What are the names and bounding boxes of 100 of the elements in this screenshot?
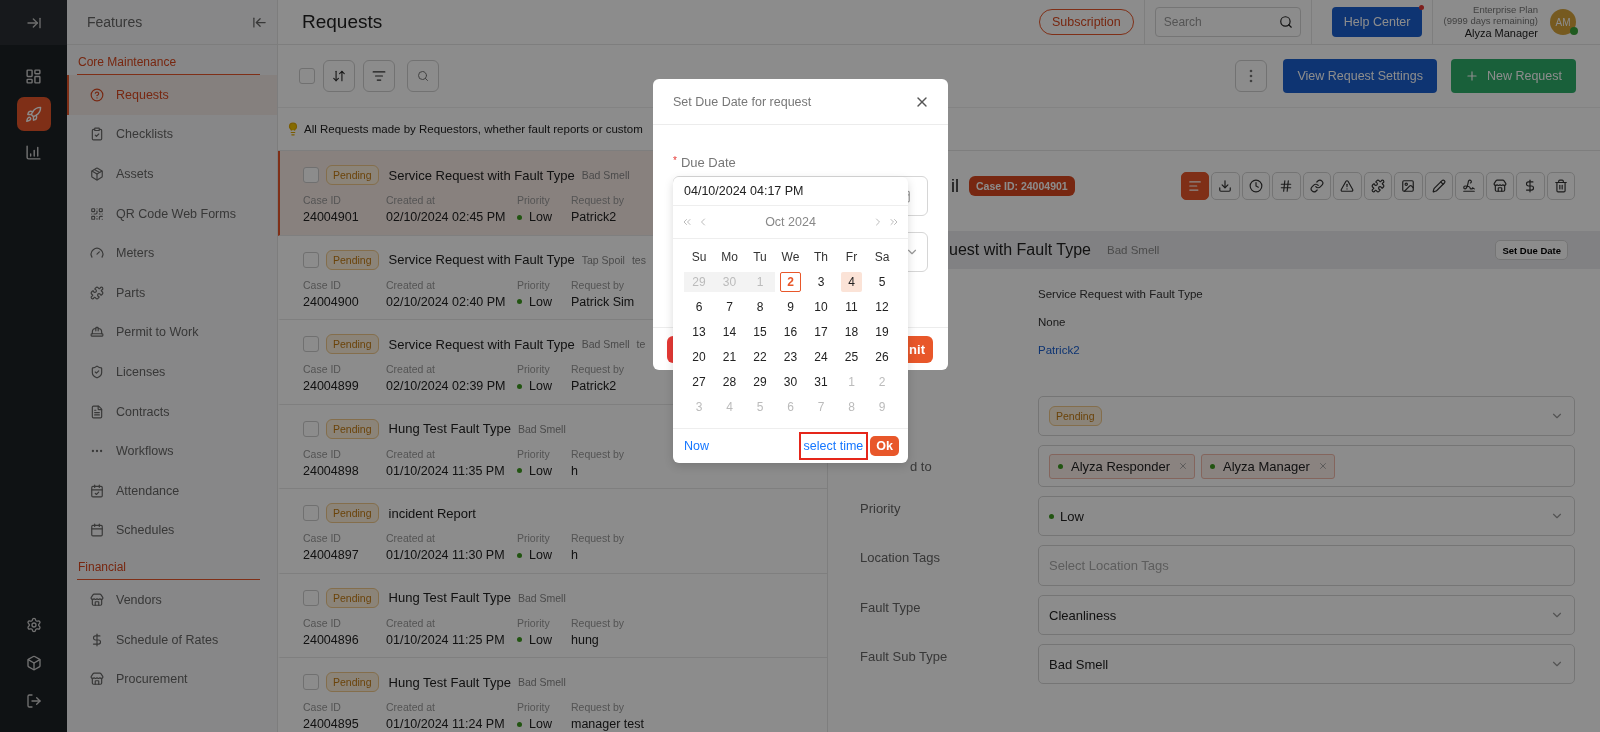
sidebar-item[interactable]: Assets xyxy=(67,154,277,194)
calendar-day[interactable]: 18 xyxy=(841,322,862,342)
calendar-day[interactable]: 14 xyxy=(719,322,740,342)
sidebar-item[interactable]: Procurement xyxy=(67,659,277,699)
select-field[interactable]: Bad Smell xyxy=(1038,644,1575,684)
sidebar-item[interactable]: Contracts xyxy=(67,391,277,432)
sidebar-item[interactable]: Schedule of Rates xyxy=(67,619,277,660)
request-title: Hung Test Fault Type xyxy=(388,421,511,436)
sidebar-item[interactable]: QR Code Web Forms xyxy=(67,193,277,234)
priority-value: Low xyxy=(517,632,552,647)
calendar-day[interactable]: 9 xyxy=(780,297,801,317)
page-title: Requests xyxy=(302,11,384,33)
field-value: 01/10/2024 11:30 PM xyxy=(386,548,505,562)
select-value: Cleanliness xyxy=(1049,607,1117,623)
calendar-day[interactable]: 29 xyxy=(749,372,771,392)
now-link[interactable]: Now xyxy=(684,439,709,453)
field-value: Patrick Sim xyxy=(571,294,635,309)
due-date-label: * Due Date xyxy=(673,155,737,170)
calendar-day[interactable]: 15 xyxy=(749,322,771,342)
calendar-day[interactable]: 7 xyxy=(719,297,740,317)
field-value: 01/10/2024 11:35 PM xyxy=(386,463,505,478)
status-badge: Pending xyxy=(326,334,379,354)
calendar-day[interactable]: 23 xyxy=(780,347,801,367)
set-due-date-button[interactable]: Set Due Date xyxy=(1495,240,1568,260)
sidebar-item[interactable]: Checklists xyxy=(67,114,277,155)
plan-name: Enterprise Plan xyxy=(1473,4,1538,16)
calendar-day[interactable]: 4 xyxy=(841,272,862,292)
field-label: Priority xyxy=(517,278,550,291)
requester-link[interactable]: Patrick2 xyxy=(1038,344,1080,360)
calendar-day[interactable]: 19 xyxy=(871,322,893,342)
help-center-button[interactable]: Help Center xyxy=(1331,7,1423,37)
field-value: h xyxy=(571,463,578,478)
calendar-day[interactable]: 5 xyxy=(871,272,893,292)
calendar-day[interactable]: 28 xyxy=(719,372,740,392)
field-value: 02/10/2024 02:45 PM xyxy=(386,210,506,224)
calendar-day[interactable]: 2 xyxy=(780,272,801,292)
calendar-day[interactable]: 6 xyxy=(688,297,710,317)
field-label: Fault Sub Type xyxy=(860,649,948,664)
calendar-day[interactable]: 11 xyxy=(841,297,862,317)
calendar-day[interactable]: 12 xyxy=(871,297,893,317)
request-settings-button[interactable]: View Request Settings xyxy=(1283,59,1437,93)
request-title: Hung Test Fault Type xyxy=(388,590,511,605)
section-title: Financial xyxy=(77,550,260,581)
subscription-button[interactable]: Subscription xyxy=(1038,9,1134,35)
case-id-badge: Case ID: 24004901 xyxy=(969,176,1075,196)
search-field[interactable]: Search xyxy=(1154,7,1301,37)
user-name: Alyza Manager xyxy=(1464,26,1538,40)
field-value: 24004897 xyxy=(303,548,359,562)
field-label: Fault Type xyxy=(860,600,921,615)
weekday-label: Mo xyxy=(720,249,739,266)
select-field[interactable]: Cleanliness xyxy=(1038,595,1575,635)
priority-select[interactable]: Low xyxy=(1038,496,1575,536)
priority-value: Low xyxy=(1060,508,1084,524)
calendar-day[interactable]: 30 xyxy=(780,372,801,392)
field-label: Priority xyxy=(517,532,550,544)
sidebar-item[interactable]: Schedules xyxy=(67,510,277,551)
calendar-day[interactable]: 22 xyxy=(749,347,771,367)
calendar-day[interactable]: 21 xyxy=(719,347,740,367)
month-label: Oct 2024 xyxy=(764,215,817,229)
priority-value: Low xyxy=(517,717,552,731)
field-value: 02/10/2024 02:40 PM xyxy=(386,294,506,309)
request-title: Service Request with Fault Type xyxy=(388,252,575,267)
weekday-label: Tu xyxy=(752,249,768,266)
status-badge: Pending xyxy=(326,672,379,692)
status-badge: Pending xyxy=(326,418,379,439)
field-value: 24004896 xyxy=(303,632,359,647)
sidebar-item[interactable]: Parts xyxy=(67,272,277,313)
sidebar-item[interactable]: Workflows xyxy=(67,431,277,471)
field-value: hung xyxy=(571,632,599,647)
calendar-day[interactable]: 13 xyxy=(688,322,710,342)
sidebar-item[interactable]: Meters xyxy=(67,233,277,273)
sidebar-item[interactable]: Permit to Work xyxy=(67,312,277,353)
select-time-link[interactable]: select time xyxy=(798,432,869,460)
fault-tag: tes xyxy=(631,253,646,266)
field-label: Priority xyxy=(517,616,550,629)
field-label: d to xyxy=(910,458,932,474)
field-value: Patrick2 xyxy=(571,210,617,224)
assignee-select[interactable]: Alyza Responder Alyza Manager xyxy=(1038,445,1575,487)
field-value: 24004895 xyxy=(303,717,359,731)
calendar-day[interactable]: 20 xyxy=(688,347,710,367)
info-value: None xyxy=(1038,316,1066,330)
dialog-title: Set Due Date for request xyxy=(673,94,812,109)
ok-button[interactable]: Ok xyxy=(870,436,899,456)
calendar-day[interactable]: 26 xyxy=(871,347,893,367)
calendar-day[interactable]: 8 xyxy=(749,297,771,317)
field-value: h xyxy=(571,548,578,562)
plan-remaining: (9999 days remaining) xyxy=(1443,15,1538,27)
calendar-day[interactable]: 25 xyxy=(841,347,862,367)
date-time-value: 04/10/2024 04:17 PM xyxy=(673,177,908,206)
calendar-day[interactable]: 27 xyxy=(688,372,710,392)
sidebar-item[interactable]: Attendance xyxy=(67,470,277,511)
field-value: 24004901 xyxy=(303,210,359,224)
sidebar-item[interactable]: Licenses xyxy=(67,352,277,392)
field-label: Priority xyxy=(860,501,901,516)
sidebar-item[interactable]: Requests xyxy=(67,75,277,115)
request-title: Service Request with Fault Type xyxy=(388,167,575,183)
request-title: Service Request with Fault Type xyxy=(388,336,575,352)
calendar-day[interactable]: 16 xyxy=(780,322,801,342)
weekday-label: Sa xyxy=(873,249,891,266)
sidebar-item[interactable]: Vendors xyxy=(67,580,277,620)
